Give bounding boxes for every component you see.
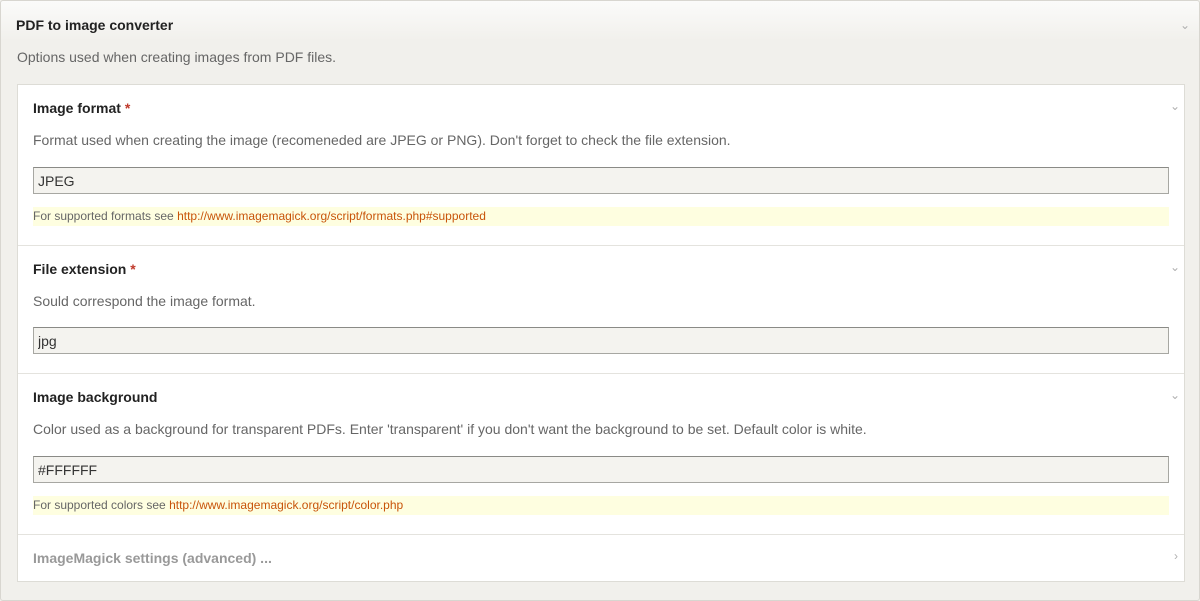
field-image-format: Image format * ⌄ Format used when creati… (18, 85, 1184, 246)
required-marker: * (124, 100, 131, 116)
panel-header[interactable]: PDF to image converter ⌄ (16, 16, 1190, 36)
panel-title: PDF to image converter (16, 17, 174, 33)
settings-panel: PDF to image converter ⌄ Options used wh… (0, 0, 1200, 601)
field-label-text: File extension (33, 261, 127, 277)
field-label-image-background: Image background (33, 388, 157, 406)
fieldset-container: Image format * ⌄ Format used when creati… (17, 84, 1185, 582)
chevron-down-icon[interactable]: ⌄ (1170, 260, 1180, 274)
image-format-input[interactable] (33, 167, 1169, 194)
advanced-settings-label[interactable]: ImageMagick settings (advanced) ... (33, 549, 272, 567)
field-description-image-format: Format used when creating the image (rec… (33, 132, 731, 148)
field-description-image-background: Color used as a background for transpare… (33, 421, 867, 437)
required-marker: * (130, 261, 136, 277)
chevron-down-icon[interactable]: ⌄ (1170, 99, 1180, 113)
field-label-text: Image format (33, 100, 121, 116)
field-label-file-extension: File extension * (33, 260, 136, 278)
panel-description: Options used when creating images from P… (17, 49, 337, 65)
hint-supported-formats: For supported formats see http://www.ima… (33, 207, 1169, 226)
file-extension-input[interactable] (33, 327, 1169, 354)
image-background-input[interactable] (33, 456, 1169, 483)
hint-text: For supported colors see (33, 498, 170, 512)
chevron-down-icon[interactable]: ⌄ (1180, 18, 1190, 32)
field-file-extension: File extension * ⌄ Sould correspond the … (18, 246, 1184, 374)
hint-supported-colors: For supported colors see http://www.imag… (33, 496, 1169, 515)
chevron-right-icon[interactable]: › (1174, 549, 1178, 563)
field-label-image-format: Image format * (33, 99, 130, 117)
chevron-down-icon[interactable]: ⌄ (1170, 388, 1180, 402)
advanced-settings-section[interactable]: ImageMagick settings (advanced) ... › (18, 535, 1184, 581)
field-label-text: Image background (33, 389, 158, 405)
field-image-background: Image background ⌄ Color used as a backg… (18, 374, 1184, 535)
supported-colors-link[interactable]: http://www.imagemagick.org/script/color.… (169, 498, 403, 512)
field-description-file-extension: Sould correspond the image format. (33, 293, 256, 309)
hint-text: For supported formats see (33, 209, 178, 223)
supported-formats-link[interactable]: http://www.imagemagick.org/script/format… (177, 209, 486, 223)
